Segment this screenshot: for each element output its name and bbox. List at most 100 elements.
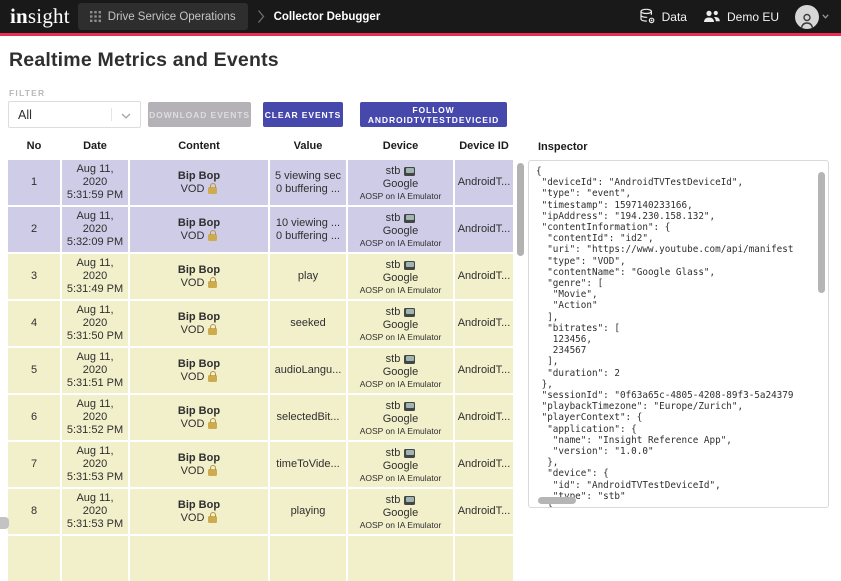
download-events-button[interactable]: DOWNLOAD EVENTS: [148, 102, 251, 127]
cell-no: 3: [8, 254, 60, 299]
page-horizontal-scrollbar[interactable]: [0, 517, 9, 529]
table-row[interactable]: [8, 536, 513, 581]
logo-rest-part: sight: [28, 4, 70, 28]
column-header: Device ID: [455, 140, 513, 152]
environment-menu[interactable]: Demo EU: [703, 10, 779, 24]
device-type-line: stb: [386, 353, 416, 366]
device-type-line: stb: [386, 306, 416, 319]
cell-text: AndroidT...: [458, 317, 511, 330]
cell-text: Bip Bop: [178, 264, 220, 277]
cell-no: 1: [8, 160, 60, 205]
cell-content: Bip BopVOD: [130, 442, 268, 487]
cell-date: Aug 11,20205:31:49 PM: [62, 254, 128, 299]
cell-text: 5:31:50 PM: [67, 330, 123, 343]
cell-content: [130, 536, 268, 581]
table-vertical-scrollbar[interactable]: [517, 163, 524, 256]
content-type-line: VOD: [181, 512, 218, 525]
table-row[interactable]: 3Aug 11,20205:31:49 PMBip BopVODplaystbG…: [8, 254, 513, 299]
cell-text: seeked: [290, 317, 325, 330]
cell-value: timeToVide...: [270, 442, 346, 487]
table-row[interactable]: 4 Aug 11,20205:31:50 PM Bip BopVOD seeked st…: [8, 301, 513, 346]
cell-value: 5 viewing sec0 buffering ...: [270, 160, 346, 205]
cell-text: 4: [31, 317, 37, 330]
cell-content: Bip BopVOD: [130, 489, 268, 534]
cell-no: 5: [8, 348, 60, 393]
cell-text: Google: [383, 272, 418, 285]
cell-text: stb: [386, 212, 401, 225]
table-row[interactable]: 5Aug 11,20205:31:51 PMBip BopVODaudioLan…: [8, 348, 513, 393]
cell-text: AndroidT...: [458, 411, 511, 424]
column-header: Date: [62, 140, 128, 152]
device-type-line: stb: [386, 259, 416, 272]
cell-text: AOSP on IA Emulator: [360, 379, 442, 389]
page-title: Realtime Metrics and Events: [9, 49, 279, 72]
cell-text: Aug 11,: [76, 398, 113, 411]
lock-icon: [208, 187, 217, 194]
cell-text: VOD: [181, 324, 205, 337]
table-row[interactable]: 7Aug 11,20205:31:53 PMBip BopVODtimeToVi…: [8, 442, 513, 487]
insight-logo[interactable]: insight: [10, 0, 70, 33]
cell-text: Aug 11,: [76, 304, 113, 317]
cell-value: audioLangu...: [270, 348, 346, 393]
cell-no: 8: [8, 489, 60, 534]
cell-text: 10 viewing ...: [276, 217, 340, 230]
cell-text: 1: [31, 176, 37, 189]
cell-date: Aug 11,20205:32:09 PM: [62, 207, 128, 252]
cell-text: AOSP on IA Emulator: [360, 238, 442, 248]
cell-text: AndroidT...: [458, 364, 511, 377]
follow-device-button[interactable]: FOLLOW ANDROIDTVTESTDEVICEID: [360, 102, 507, 127]
table-row[interactable]: 8Aug 11,20205:31:53 PMBip BopVODplayings…: [8, 489, 513, 534]
cell-text: 6: [31, 411, 37, 424]
cell-device-id: AndroidT...: [455, 207, 513, 252]
cell-value: [270, 536, 346, 581]
breadcrumb-current: Collector Debugger: [274, 11, 381, 23]
cell-text: stb: [386, 259, 401, 272]
filter-select[interactable]: All: [8, 101, 141, 128]
cell-text: 5:31:53 PM: [67, 518, 123, 531]
lock-icon: [208, 281, 217, 288]
cell-text: AndroidT...: [458, 270, 511, 283]
data-menu[interactable]: Data: [639, 8, 687, 25]
accent-bar: [0, 33, 841, 36]
cell-text: 5:31:51 PM: [67, 377, 123, 390]
clear-events-button[interactable]: CLEAR EVENTS: [263, 102, 343, 127]
account-menu[interactable]: [795, 5, 829, 29]
column-header: Content: [130, 140, 268, 152]
avatar: [795, 5, 819, 29]
cell-text: VOD: [181, 418, 205, 431]
cell-value: play: [270, 254, 346, 299]
cell-text: 3: [31, 270, 37, 283]
column-header: Device: [348, 140, 453, 152]
cell-text: 8: [31, 505, 37, 518]
cell-device: stbGoogleAOSP on IA Emulator: [348, 489, 453, 534]
inspector-vertical-scrollbar[interactable]: [818, 172, 825, 293]
data-menu-label: Data: [662, 10, 687, 24]
cell-date: Aug 11,20205:31:59 PM: [62, 160, 128, 205]
table-row[interactable]: 2Aug 11,20205:32:09 PMBip BopVOD10 viewi…: [8, 207, 513, 252]
cell-date: Aug 11,20205:31:50 PM: [62, 301, 128, 346]
cell-content: Bip BopVOD: [130, 395, 268, 440]
tv-icon: [404, 449, 415, 458]
cell-no: 2: [8, 207, 60, 252]
table-row[interactable]: 1 Aug 11,20205:31:59 PMBip BopVOD5 viewin…: [8, 160, 513, 205]
lock-icon: [208, 328, 217, 335]
content-type-line: VOD: [181, 277, 218, 290]
cell-text: Bip Bop: [178, 358, 220, 371]
cell-text: 0 buffering ...: [276, 183, 340, 196]
cell-text: AndroidT...: [458, 223, 511, 236]
cell-text: AOSP on IA Emulator: [360, 191, 442, 201]
app-switcher-menu[interactable]: Drive Service Operations: [78, 3, 248, 30]
lock-icon: [208, 234, 217, 241]
cell-text: Bip Bop: [178, 311, 220, 324]
cell-content: Bip BopVOD: [130, 160, 268, 205]
cell-text: 5:31:49 PM: [67, 283, 123, 296]
filter-selected-value: All: [18, 108, 32, 122]
content-type-line: VOD: [181, 230, 218, 243]
cell-content: Bip BopVOD: [130, 254, 268, 299]
cell-device: [348, 536, 453, 581]
cell-text: 0 buffering ...: [276, 230, 340, 243]
inspector-horizontal-scrollbar[interactable]: [538, 497, 576, 504]
content-type-line: VOD: [181, 183, 218, 196]
table-row[interactable]: 6Aug 11,20205:31:52 PMBip BopVODselected…: [8, 395, 513, 440]
cell-text: Aug 11,: [76, 351, 113, 364]
